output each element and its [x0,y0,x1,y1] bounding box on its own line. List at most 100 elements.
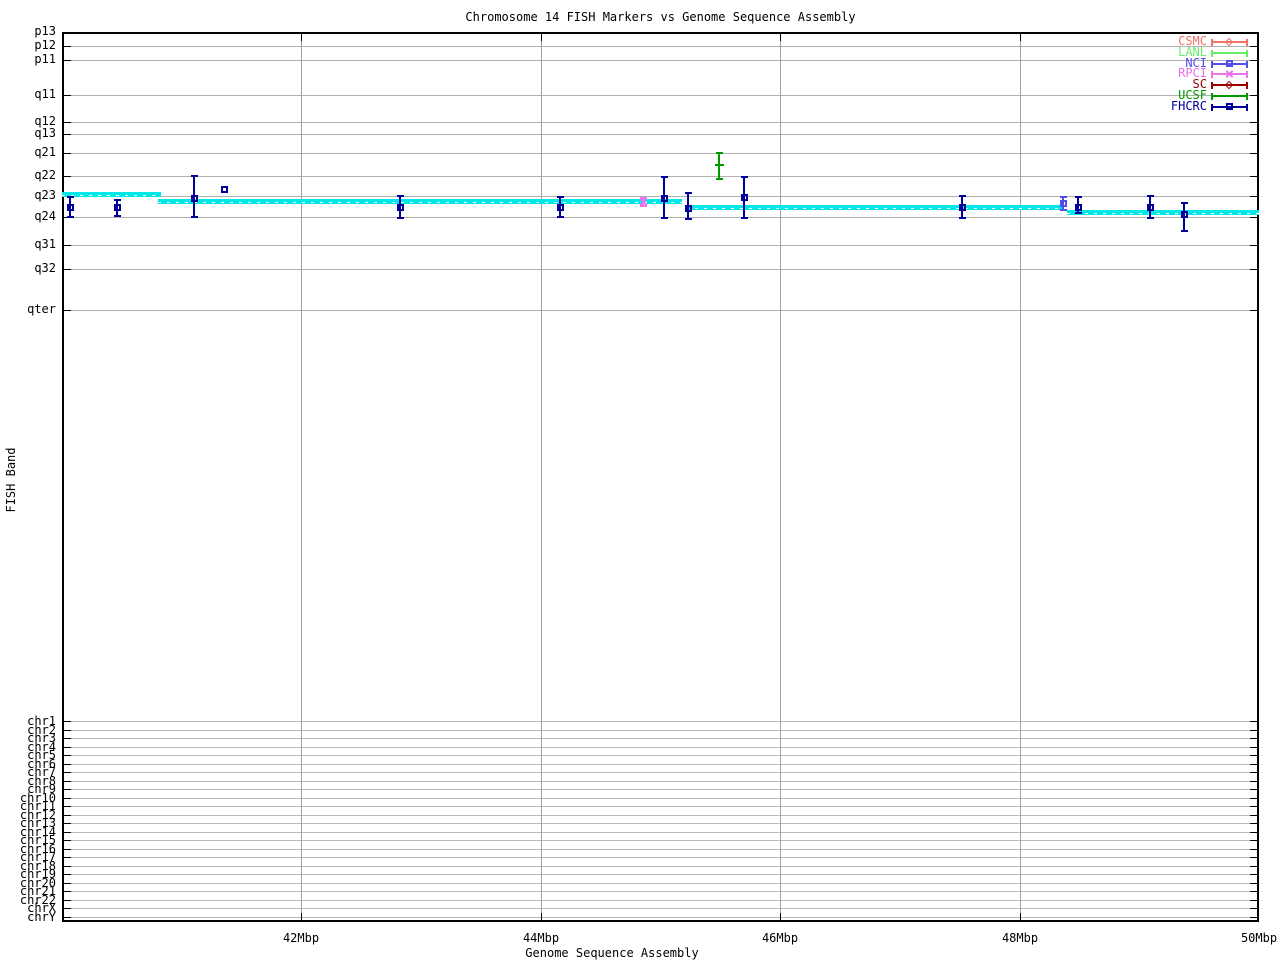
legend-RPCI-x-marker-icon [1225,70,1234,79]
chr-tick-right-chr4 [1250,747,1259,748]
x-tick-bottom-44Mbp [541,913,542,922]
band-label-q22: q22 [34,168,56,182]
band-gridline-p11 [62,60,1259,61]
point-FHCRC-4-errcap-bottom [396,217,404,219]
band-tick-right-q31 [1250,245,1259,246]
point-FHCRC-0-square-marker-icon [66,203,74,211]
legend-label-FHCRC: FHCRC [1170,98,1207,113]
chr-gridline-chr9 [62,789,1259,790]
x-gridline-42Mbp [301,32,302,922]
point-FHCRC-6-square-marker-icon [660,194,668,202]
chr-gridline-chr22 [62,900,1259,901]
chr-tick-left-chr21 [62,891,71,892]
chr-gridline-chr4 [62,747,1259,748]
chr-tick-left-chr9 [62,789,71,790]
legend-SC-diamond-marker-icon [1224,80,1234,90]
point-UCSF-0-errorbar [718,153,720,179]
band-label-q13: q13 [34,126,56,140]
point-FHCRC-9-errcap-top [958,195,966,197]
band-label-p13: p13 [34,24,56,38]
chr-tick-left-chr10 [62,798,71,799]
point-FHCRC-10-errcap-top [1074,196,1082,198]
band-tick-right-p12 [1250,46,1259,47]
point-UCSF-0-errcap-top [715,152,723,154]
point-FHCRC-7-square-marker-icon [684,204,692,212]
chr-tick-right-chr9 [1250,789,1259,790]
band-tick-left-p12 [62,46,71,47]
band-tick-right-q12 [1250,122,1259,123]
band-label-qter: qter [27,302,56,316]
chr-tick-right-chr19 [1250,874,1259,875]
band-tick-right-qter [1250,310,1259,311]
gnuplot-chart: Chromosome 14 FISH Markers vs Genome Seq… [0,0,1280,960]
chr-tick-right-chrX [1250,908,1259,909]
legend-cap-left-NCI [1211,60,1213,68]
band-tick-right-q13 [1250,134,1259,135]
chr-gridline-chr14 [62,832,1259,833]
legend-cap-left-SC [1211,82,1213,90]
assembly-segment-4 [1067,210,1259,215]
chr-gridline-chr6 [62,764,1259,765]
chr-tick-right-chr1 [1250,721,1259,722]
chr-tick-right-chr5 [1250,755,1259,756]
x-axis-label: Genome Sequence Assembly [525,946,699,960]
x-tick-label-48Mbp: 48Mbp [1001,931,1039,945]
chr-tick-left-chrX [62,908,71,909]
assembly-segment-dash [1067,213,1259,214]
chr-tick-right-chrY [1250,917,1259,918]
band-tick-left-q11 [62,95,71,96]
y-axis-label: FISH Band [4,447,18,513]
legend-cap-right-NCI [1246,60,1248,68]
chr-tick-right-chr2 [1250,730,1259,731]
chr-gridline-chr17 [62,857,1259,858]
band-tick-left-q22 [62,176,71,177]
x-tick-top-44Mbp [541,32,542,41]
chr-tick-right-chr8 [1250,781,1259,782]
band-tick-left-q32 [62,269,71,270]
point-FHCRC-10-errcap-bottom [1074,212,1082,214]
legend-cap-left-UCSF [1211,93,1213,100]
point-FHCRC-2-errcap-top [190,175,198,177]
chr-gridline-chr8 [62,781,1259,782]
chr-gridline-chrY [62,917,1259,918]
band-label-q23: q23 [34,188,56,202]
chr-tick-right-chr6 [1250,764,1259,765]
band-tick-left-q13 [62,134,71,135]
legend-cap-right-LANL [1246,49,1248,57]
point-NCI-0-errcap-top [1059,196,1067,198]
chr-tick-left-chr12 [62,815,71,816]
point-FHCRC-12-square-marker-icon [1180,210,1188,218]
assembly-segment-2 [157,199,683,204]
legend-UCSF-plus-marker-icon [1224,95,1234,97]
chr-gridline-chr7 [62,772,1259,773]
x-gridline-46Mbp [780,32,781,922]
chr-gridline-chrX [62,908,1259,909]
point-UCSF-0-plus-marker-icon [714,164,724,166]
point-FHCRC-4-errcap-top [396,195,404,197]
chr-gridline-chr1 [62,721,1259,722]
x-tick-label-50Mbp: 50Mbp [1240,931,1278,945]
band-tick-left-q31 [62,245,71,246]
chr-gridline-chr10 [62,798,1259,799]
chr-tick-right-chr20 [1250,883,1259,884]
legend-cap-right-SC [1246,82,1248,90]
band-gridline-q12 [62,122,1259,123]
legend-cap-left-RPCI [1211,71,1213,79]
chr-tick-left-chr6 [62,764,71,765]
chr-tick-left-chr3 [62,738,71,739]
band-tick-right-q22 [1250,176,1259,177]
chr-tick-right-chr3 [1250,738,1259,739]
chr-tick-left-chr13 [62,823,71,824]
chr-tick-left-chrY [62,917,71,918]
legend-cap-right-FHCRC [1246,103,1248,111]
x-tick-label-42Mbp: 42Mbp [282,931,320,945]
point-FHCRC-8-errcap-bottom [740,217,748,219]
chr-gridline-chr5 [62,755,1259,756]
legend-cap-left-FHCRC [1211,103,1213,111]
band-gridline-q13 [62,134,1259,135]
point-FHCRC-0-errcap-bottom [66,216,74,218]
chr-tick-left-chr2 [62,730,71,731]
legend-cap-right-UCSF [1246,93,1248,100]
band-tick-right-q23 [1250,196,1259,197]
point-FHCRC-6-errcap-top [660,176,668,178]
